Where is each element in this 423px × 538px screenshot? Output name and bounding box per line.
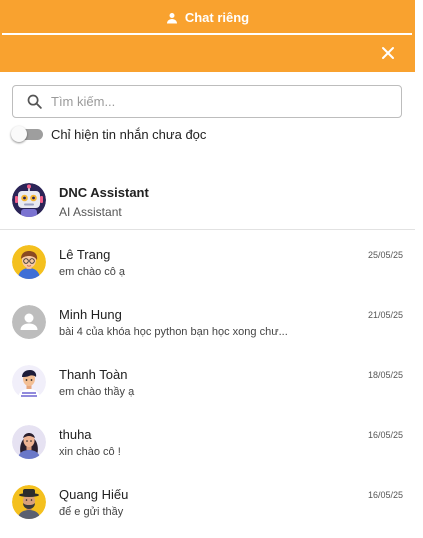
message-date: 25/05/25 [367,250,403,260]
conversation-item[interactable]: Lê Trang em chào cô ạ 25/05/25 [0,231,415,291]
last-message: em chào thầy ạ [59,386,135,398]
avatar [12,425,46,459]
assistant-subtitle: AI Assistant [59,205,122,219]
contact-name: Minh Hung [59,307,122,322]
message-date: 21/05/25 [367,310,403,320]
contact-name: thuha [59,427,92,442]
contact-name: Thanh Toàn [59,367,128,382]
last-message: để e gửi thầy [59,506,124,518]
message-date: 16/05/25 [367,430,403,440]
conversation-item[interactable]: Quang Hiếu để e gửi thầy 16/05/25 [0,471,415,531]
search-icon [27,94,42,109]
last-message: bài 4 của khóa học python bạn học xong c… [59,326,288,338]
conversation-item[interactable]: Thanh Toàn em chào thầy ạ 18/05/25 [0,351,415,411]
avatar [12,245,46,279]
default-user-avatar [12,305,46,339]
search-box [12,85,402,118]
tab-label: Chat riêng [184,10,250,25]
tab-private-chat[interactable]: Chat riêng [0,0,415,35]
message-date: 18/05/25 [367,370,403,380]
contact-name: Lê Trang [59,247,111,262]
person-icon [166,12,177,23]
toggle-thumb [11,126,27,142]
unread-only-label: Chỉ hiện tin nhắn chưa đọc [51,127,207,142]
last-message: em chào cô ạ [59,266,126,278]
last-message: xin chào cô ! [59,446,121,458]
chat-header: Chat riêng [0,0,415,72]
assistant-name: DNC Assistant [59,185,149,200]
conversation-item[interactable]: Minh Hung bài 4 của khóa học python bạn … [0,291,415,351]
message-date: 16/05/25 [367,490,403,500]
assistant-item[interactable]: DNC Assistant AI Assistant [0,176,415,230]
active-tab-indicator [2,33,412,35]
contact-name: Quang Hiếu [59,487,129,502]
conversation-item[interactable]: thuha xin chào cô ! 16/05/25 [0,411,415,471]
robot-avatar [12,183,46,217]
search-input[interactable] [51,94,381,109]
avatar [12,485,46,519]
avatar [12,365,46,399]
close-icon[interactable] [380,45,396,61]
unread-only-toggle[interactable] [11,126,43,142]
